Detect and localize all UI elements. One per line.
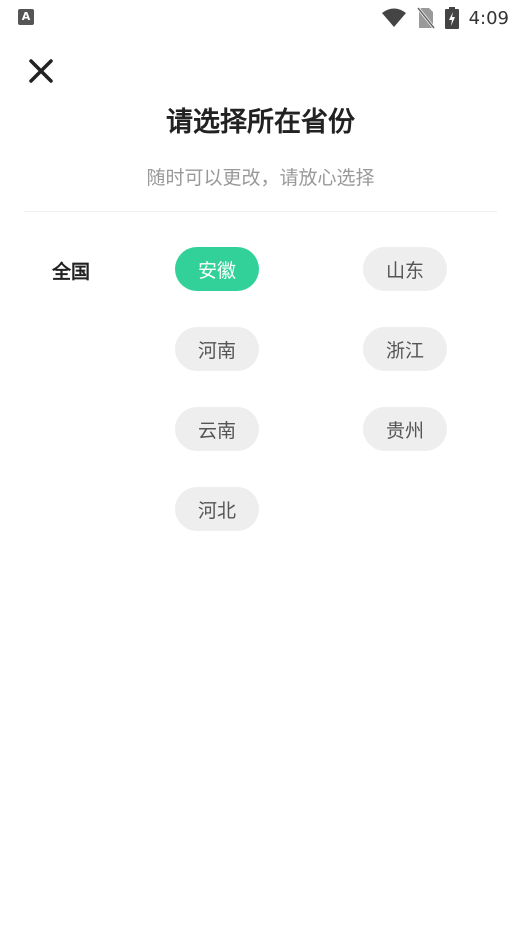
page-subtitle: 随时可以更改，请放心选择 <box>146 167 375 189</box>
no-sim-icon <box>416 7 435 29</box>
app-notification-icon: A <box>18 9 34 25</box>
status-indicators: 4:09 <box>381 6 509 30</box>
wifi-icon <box>381 8 406 27</box>
divider <box>24 211 497 212</box>
province-chip-shandong[interactable]: 山东 <box>363 247 447 291</box>
province-chip-yunnan[interactable]: 云南 <box>175 407 259 451</box>
close-icon <box>29 59 53 83</box>
close-button[interactable] <box>24 54 58 88</box>
status-time: 4:09 <box>468 7 509 29</box>
province-chip-anhui[interactable]: 安徽 <box>175 247 259 291</box>
province-chip-hebei[interactable]: 河北 <box>175 487 259 531</box>
region-label: 全国 <box>52 261 91 283</box>
battery-charging-icon <box>444 7 459 29</box>
province-chip-guizhou[interactable]: 贵州 <box>363 407 447 451</box>
status-bar: A 4:09 <box>0 0 521 36</box>
page-title: 请选择所在省份 <box>166 107 355 138</box>
province-chip-zhejiang[interactable]: 浙江 <box>363 327 447 371</box>
province-chip-henan[interactable]: 河南 <box>175 327 259 371</box>
